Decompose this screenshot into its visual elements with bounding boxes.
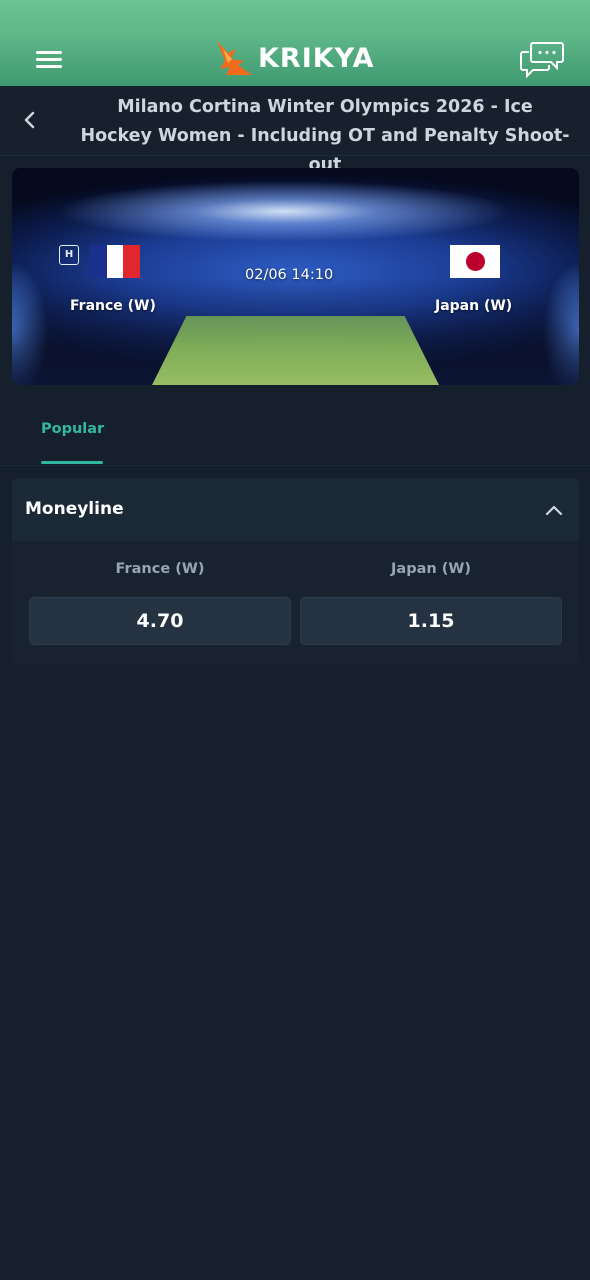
outcome-label-away: Japan (W) — [391, 561, 471, 577]
top-bar: KRIKYA — [0, 0, 590, 86]
outcome-label-home: France (W) — [115, 561, 205, 577]
krikya-logo-mark-icon — [217, 41, 252, 75]
chevron-up-icon[interactable] — [543, 500, 565, 522]
stadium-field — [152, 316, 439, 385]
krikya-logo[interactable]: KRIKYA — [214, 38, 375, 78]
home-team-name: France (W) — [70, 298, 156, 314]
chat-bubbles-icon[interactable] — [519, 40, 565, 79]
market-title: Moneyline — [25, 499, 124, 519]
japan-flag-icon — [450, 245, 500, 278]
chevron-left-icon[interactable] — [18, 108, 42, 132]
hamburger-menu-icon[interactable] — [36, 48, 64, 70]
away-team-name: Japan (W) — [435, 298, 513, 314]
active-tab-indicator — [41, 461, 103, 464]
brand-name: KRIKYA — [258, 42, 375, 74]
market-header[interactable]: Moneyline — [12, 478, 579, 541]
tab-popular[interactable]: Popular — [41, 421, 104, 437]
match-datetime: 02/06 14:10 — [245, 267, 334, 283]
page-title: Milano Cortina Winter Olympics 2026 - Ic… — [80, 97, 570, 175]
event-header: Milano Cortina Winter Olympics 2026 - Ic… — [0, 86, 590, 175]
odds-button-away[interactable]: 1.15 — [300, 597, 562, 645]
match-banner: H France (W) 02/06 14:10 Japan (W) — [12, 168, 579, 385]
home-badge: H — [59, 245, 79, 265]
moneyline-market: Moneyline France (W) Japan (W) 4.70 1.15 — [12, 478, 579, 664]
france-flag-icon — [90, 245, 141, 278]
odds-button-home[interactable]: 4.70 — [29, 597, 291, 645]
market-tabs: Popular — [0, 400, 590, 466]
